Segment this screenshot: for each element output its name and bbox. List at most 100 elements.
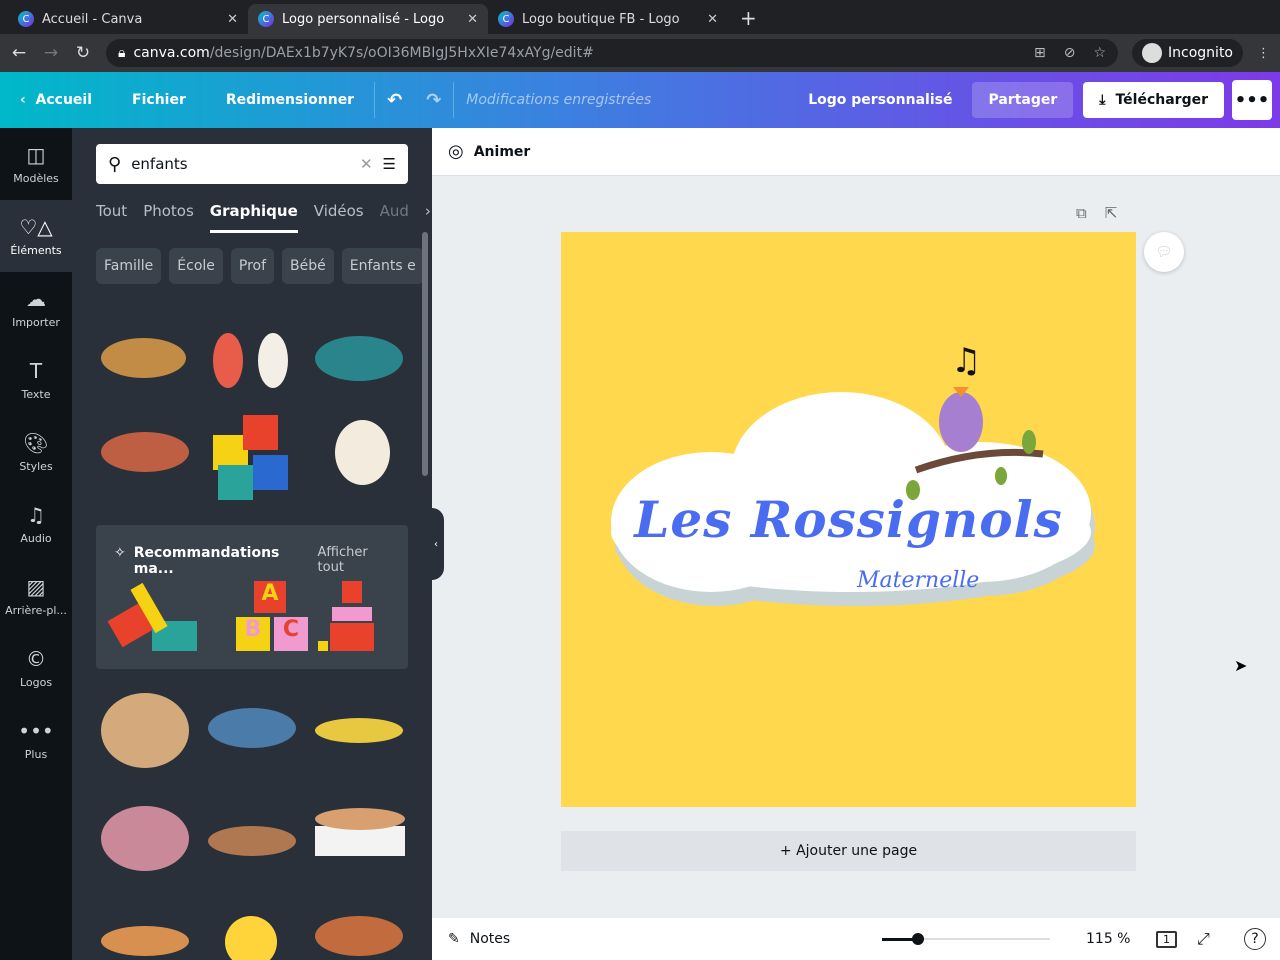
tab-audio[interactable]: Aud [380,202,409,233]
logo-icon: © [26,646,46,671]
logo-subtitle[interactable]: Maternelle [857,568,979,593]
rail-item-logo[interactable]: © Logos [0,632,72,704]
graphic-kids-jumping[interactable] [96,896,194,960]
chip[interactable]: Bébé [282,248,334,284]
add-page-icon[interactable]: ⇱ [1105,204,1118,222]
clear-search-icon[interactable]: ✕ [360,155,373,173]
rail-item-text[interactable]: T Texte [0,344,72,416]
fullscreen-icon[interactable]: ⤢ [1197,929,1210,949]
download-button[interactable]: ⤓ Télécharger [1083,82,1224,118]
animate-icon: ◎ [448,141,464,162]
see-all-link[interactable]: Afficher tout [318,545,392,577]
home-button[interactable]: ‹ Accueil [0,92,112,108]
browser-tab[interactable]: C Logo boutique FB - Logo ✕ [488,4,728,34]
canva-favicon-icon: C [498,11,514,27]
notes-icon: ✎ [448,931,460,947]
add-page-button[interactable]: + Ajouter une page [561,831,1136,871]
collapse-panel-button[interactable]: ‹ [428,508,444,580]
close-tab-icon[interactable]: ✕ [467,12,478,27]
rail-item-music[interactable]: ♫ Audio [0,488,72,560]
rail-item-template[interactable]: ◫ Modèles [0,128,72,200]
chip[interactable]: Prof [230,248,275,284]
design-title[interactable]: Logo personnalisé [788,92,972,108]
editor-toolbar: ‹ Accueil Fichier Redimensionner ↶ ↷ Mod… [0,72,1280,128]
graphic-kids-line[interactable] [310,896,408,960]
graphic-kids-group[interactable] [96,688,194,768]
help-button[interactable]: ? [1244,928,1266,950]
graphic-kids-holding-hands[interactable] [203,688,301,768]
translate-icon[interactable]: ⊞ [1034,45,1046,61]
browser-tab-active[interactable]: C Logo personnalisé - Logo ✕ [248,4,488,34]
browser-tabs: C Accueil - Canva ✕ C Logo personnalisé - L… [0,0,1280,34]
back-icon[interactable]: ← [10,43,28,63]
graphics-row [96,896,408,960]
notes-button[interactable]: Notes [470,931,510,947]
rail-item-background[interactable]: ▨ Arrière-pl... [0,560,72,632]
graphic-kids-banner[interactable] [310,796,408,876]
chip[interactable]: École [169,248,223,284]
file-menu-button[interactable]: Fichier [112,92,206,108]
panel-scrollbar[interactable] [422,232,428,476]
canva-favicon-icon: C [258,11,274,27]
browser-menu-icon[interactable]: ⋮ [1257,46,1270,61]
graphic-puzzle[interactable] [203,410,301,508]
graphic-kids-desk[interactable] [203,796,301,876]
url-field[interactable]: 🔒︎ canva.com/design/DAEx1b7yK7s/oOI36MBIg… [106,39,1119,67]
redo-icon[interactable]: ↷ [414,90,453,111]
reload-icon[interactable]: ↻ [74,43,92,63]
forward-icon[interactable]: → [42,43,60,63]
graphics-row [96,318,408,398]
filter-icon[interactable]: ☰ [383,155,396,173]
sparkle-icon: ✧ [114,545,126,561]
graphic-kids-waving[interactable] [203,318,301,398]
share-button[interactable]: Partager [972,82,1074,118]
graphic-toy-bricks[interactable] [107,582,197,651]
rail-item-palette[interactable]: 🎨︎ Styles [0,416,72,488]
graphic-sun[interactable] [203,896,301,960]
zoom-slider-handle[interactable] [912,933,924,945]
rail-item-elements[interactable]: ♡△ Éléments [0,200,72,272]
incognito-badge[interactable]: Incognito [1132,39,1243,67]
close-tab-icon[interactable]: ✕ [227,12,238,27]
graphic-abc-blocks[interactable]: ABC [232,581,312,651]
graphic-kids-dancing[interactable] [96,796,194,876]
graphic-kids-playing[interactable] [310,688,408,768]
tabs-next-icon[interactable]: › [425,202,431,233]
graphic-child-jumping[interactable] [310,410,408,490]
logo-title[interactable]: Les Rossignols [561,490,1136,549]
tab-all[interactable]: Tout [96,202,127,233]
close-tab-icon[interactable]: ✕ [707,12,718,27]
graphic-kids-blocks[interactable] [310,318,408,398]
resize-button[interactable]: Redimensionner [206,92,374,108]
rail-item-more[interactable]: ••• Plus [0,704,72,776]
animate-bar: ◎ Animer [432,128,1280,176]
zoom-slider[interactable] [882,933,1050,945]
graphic-kids-reading[interactable] [96,410,194,490]
duplicate-page-icon[interactable]: ⧉ [1076,204,1087,222]
design-canvas[interactable]: ♫ Les Rossignols Maternelle [561,232,1136,807]
search-input[interactable]: ⚲ enfants ✕ ☰ [96,144,408,184]
tab-videos[interactable]: Vidéos [314,202,364,233]
graphic-kids-circle[interactable] [96,318,194,398]
new-tab-button[interactable]: + [728,6,757,34]
chip[interactable]: Enfants e [341,248,424,284]
page-count-button[interactable]: 1 [1156,930,1177,948]
suggestion-chips: Famille École Prof Bébé Enfants e [96,248,424,284]
tab-photos[interactable]: Photos [143,202,194,233]
animate-button[interactable]: Animer [474,144,531,160]
graphics-row [96,688,408,768]
template-icon: ◫ [26,142,46,167]
eye-off-icon[interactable]: ⊘ [1064,45,1076,61]
chip[interactable]: Famille [96,248,162,284]
star-icon[interactable]: ☆ [1093,45,1106,61]
graphics-row [96,796,408,876]
editor-footer: ✎ Notes 115 % 1 ⤢ ? [432,918,1280,960]
zoom-level[interactable]: 115 % [1086,931,1130,947]
add-comment-button[interactable]: 💬︎ [1144,232,1184,272]
more-options-button[interactable]: ••• [1232,80,1272,120]
tab-graphics[interactable]: Graphique [209,202,298,233]
rail-item-upload[interactable]: ☁ Importer [0,272,72,344]
browser-tab[interactable]: C Accueil - Canva ✕ [8,4,248,34]
graphic-block-tower[interactable] [318,581,394,651]
undo-icon[interactable]: ↶ [375,90,414,111]
